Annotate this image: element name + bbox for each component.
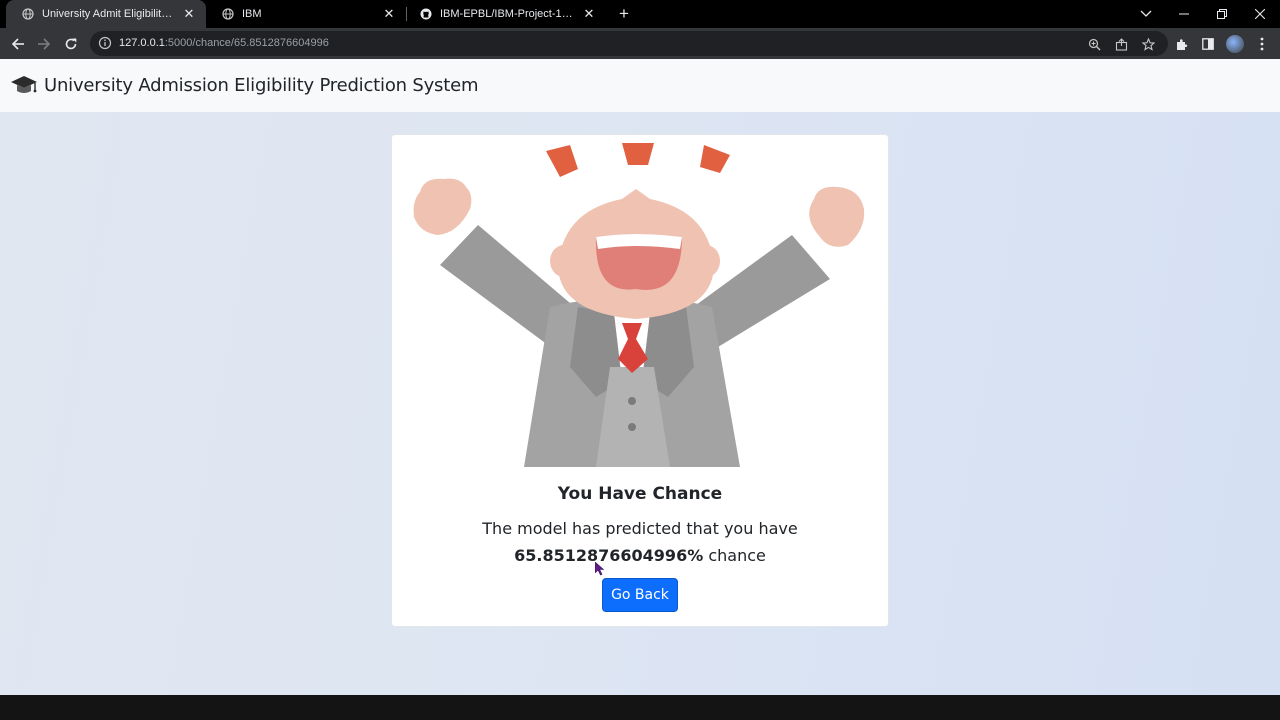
tab-title: IBM xyxy=(242,8,262,20)
close-icon[interactable]: ✕ xyxy=(582,7,596,21)
reload-button[interactable] xyxy=(59,32,83,56)
site-navbar: University Admission Eligibility Predict… xyxy=(0,59,1280,112)
screen-bottom-bar xyxy=(0,695,1280,720)
extensions-icon[interactable] xyxy=(1170,33,1192,55)
site-brand-title[interactable]: University Admission Eligibility Predict… xyxy=(44,75,479,96)
close-icon[interactable]: ✕ xyxy=(382,7,396,21)
result-title: You Have Chance xyxy=(557,484,723,504)
share-icon[interactable] xyxy=(1112,35,1130,53)
chance-value: 65.8512876604996% xyxy=(514,546,704,565)
graduation-cap-icon[interactable] xyxy=(10,74,38,98)
celebrating-man-illustration xyxy=(413,143,865,467)
browser-toolbar: 127.0.0.1:5000/chance/65.8512876604996 xyxy=(0,28,1280,59)
tab-title: University Admit Eligibility Predic xyxy=(42,8,176,20)
tab-search-icon[interactable] xyxy=(1127,0,1165,28)
close-icon[interactable]: ✕ xyxy=(182,7,196,21)
zoom-icon[interactable] xyxy=(1085,35,1103,53)
address-bar[interactable]: 127.0.0.1:5000/chance/65.8512876604996 xyxy=(90,31,1168,56)
github-icon xyxy=(420,8,432,20)
tab-title: IBM-EPBL/IBM-Project-19316-16 xyxy=(440,8,576,20)
go-back-button[interactable]: Go Back xyxy=(602,578,678,612)
globe-icon xyxy=(22,8,34,20)
url-text: 127.0.0.1:5000/chance/65.8512876604996 xyxy=(119,37,329,49)
tab-university-admit[interactable]: University Admit Eligibility Predic ✕ xyxy=(6,0,206,28)
url-path: :5000/chance/65.8512876604996 xyxy=(164,37,329,49)
side-panel-icon[interactable] xyxy=(1197,33,1219,55)
result-text: The model has predicted that you have 65… xyxy=(392,515,888,569)
back-button[interactable] xyxy=(6,32,30,56)
restore-icon[interactable] xyxy=(1203,0,1241,28)
window-close-icon[interactable] xyxy=(1241,0,1279,28)
info-icon[interactable] xyxy=(98,36,112,50)
mouse-cursor-icon xyxy=(595,562,605,576)
chance-label: chance xyxy=(708,546,766,565)
result-card: You Have Chance The model has predicted … xyxy=(391,134,889,627)
globe-icon xyxy=(222,8,234,20)
tab-github[interactable]: IBM-EPBL/IBM-Project-19316-16 ✕ xyxy=(404,0,606,28)
url-host: 127.0.0.1 xyxy=(119,37,165,49)
result-text-line: The model has predicted that you have xyxy=(482,519,798,538)
menu-kebab-icon[interactable] xyxy=(1251,33,1273,55)
star-icon[interactable] xyxy=(1139,35,1157,53)
minimize-icon[interactable] xyxy=(1165,0,1203,28)
forward-button[interactable] xyxy=(32,32,56,56)
new-tab-button[interactable]: + xyxy=(613,3,635,25)
browser-tab-strip: University Admit Eligibility Predic ✕ IB… xyxy=(0,0,1280,28)
page-viewport: University Admission Eligibility Predict… xyxy=(0,59,1280,695)
tab-ibm[interactable]: IBM ✕ xyxy=(206,0,406,28)
profile-avatar[interactable] xyxy=(1224,33,1246,55)
result-chance-line: 65.8512876604996% chance xyxy=(392,542,888,569)
